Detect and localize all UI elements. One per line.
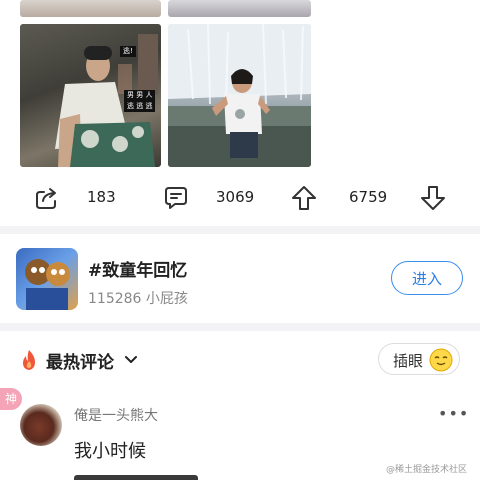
upvote-arrow-icon[interactable] xyxy=(291,185,317,211)
downvote-arrow-icon[interactable] xyxy=(420,185,446,211)
share-icon[interactable] xyxy=(34,185,60,211)
photo-tag-3: 逃 逃 逃 xyxy=(124,101,156,112)
comment-image[interactable] xyxy=(74,475,198,480)
comment-text: 我小时候 xyxy=(74,441,146,462)
post-photo-top-left[interactable] xyxy=(20,0,161,17)
god-comment-badge: 神 xyxy=(0,388,22,410)
photo-tag-2: 男 男 人 xyxy=(124,90,156,101)
comment-username[interactable]: 俺是一头熊大 xyxy=(74,405,158,425)
comment-icon[interactable] xyxy=(163,185,189,211)
more-options-icon[interactable]: ••• xyxy=(438,404,469,423)
section-divider xyxy=(0,226,480,234)
comment-count: 3069 xyxy=(216,188,255,206)
hot-comments-title[interactable]: 最热评论 xyxy=(46,348,114,373)
insert-eye-button[interactable]: 插眼 xyxy=(378,343,460,375)
group-member-count: 115286 小屁孩 xyxy=(88,291,188,307)
post-photo-2[interactable] xyxy=(168,24,311,167)
flame-icon xyxy=(23,350,35,370)
post-photo-1[interactable]: 逃! 男 男 人 逃 逃 逃 xyxy=(20,24,161,167)
photo-tag-1: 逃! xyxy=(120,46,136,57)
enter-group-button[interactable]: 进入 xyxy=(391,261,463,295)
group-avatar[interactable] xyxy=(16,248,78,310)
post-action-bar: 183 3069 6759 xyxy=(0,183,480,211)
section-divider-2 xyxy=(0,323,480,331)
group-avatar-illustration xyxy=(25,259,70,310)
emoji-icon xyxy=(429,348,453,372)
upvote-count: 6759 xyxy=(349,188,388,206)
watermark: @稀土掘金技术社区 xyxy=(386,465,468,475)
share-count: 183 xyxy=(87,188,116,206)
avatar[interactable] xyxy=(20,404,62,446)
chevron-down-icon[interactable] xyxy=(124,354,138,366)
photo-2-illustration xyxy=(168,24,311,167)
group-title[interactable]: #致童年回忆 xyxy=(88,256,187,281)
insert-eye-label: 插眼 xyxy=(393,352,424,370)
post-photo-top-right[interactable] xyxy=(168,0,311,17)
